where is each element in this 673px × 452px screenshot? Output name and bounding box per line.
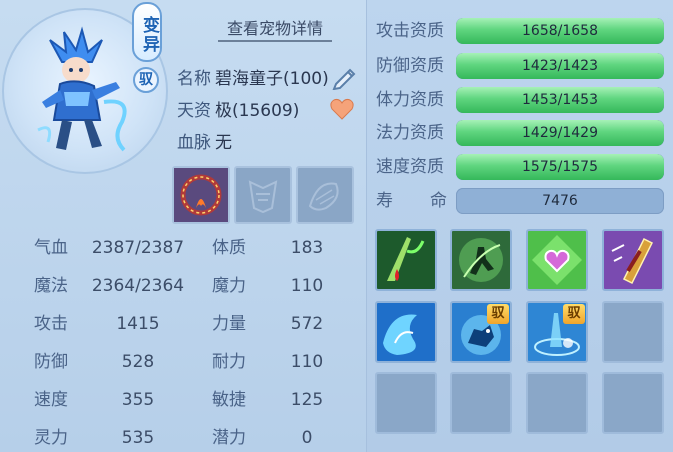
stat-label-magic: 魔力 <box>212 276 246 296</box>
skill-slot-1[interactable] <box>375 229 437 291</box>
aptitude-bar-stamina: 1453/1453 <box>456 87 664 113</box>
attr-value-attack: 1415 <box>116 314 160 334</box>
attr-label-hp: 气血 <box>34 238 68 258</box>
skill-slot-10-empty[interactable] <box>450 372 512 434</box>
armor-slot-placeholder-icon <box>248 180 278 214</box>
stat-value-potential: 0 <box>301 428 313 448</box>
stat-value-strength: 572 <box>290 314 324 334</box>
aptitude-bar-attack: 1658/1658 <box>456 18 664 44</box>
aptitude-value-speed: 1575/1575 <box>522 159 598 175</box>
heart-shield-skill-icon <box>528 231 586 289</box>
flame-collar-icon <box>174 168 228 222</box>
stat-label-agility: 敏捷 <box>212 390 246 410</box>
stat-label-constitution: 体质 <box>212 238 246 258</box>
aptitude-label-attack: 攻击资质 <box>376 21 444 41</box>
pet-talent-row: 天资 极(15609) <box>177 98 299 124</box>
aptitude-bar-mana: 1429/1429 <box>456 120 664 146</box>
blood-drain-skill-icon <box>377 231 435 289</box>
attr-value-speed: 355 <box>121 390 155 410</box>
aptitude-value-mana: 1429/1429 <box>522 125 598 141</box>
attr-label-spirit: 灵力 <box>34 428 68 448</box>
attr-value-hp: 2387/2387 <box>91 238 185 258</box>
aptitude-label-mana: 法力资质 <box>376 123 444 143</box>
aptitude-value-stamina: 1453/1453 <box>522 92 598 108</box>
skill-slot-5[interactable] <box>375 301 437 363</box>
skill-slot-9-empty[interactable] <box>375 372 437 434</box>
stat-label-endurance: 耐力 <box>212 352 246 372</box>
view-pet-details-link[interactable]: 查看宠物详情 <box>218 16 332 42</box>
stat-value-agility: 125 <box>290 390 324 410</box>
lifespan-label-first: 寿 <box>376 191 393 211</box>
attr-label-mp: 魔法 <box>34 276 68 296</box>
heart-icon[interactable] <box>330 98 354 120</box>
equipment-slot-collar[interactable] <box>172 166 230 224</box>
equipment-slot-armor[interactable] <box>234 166 292 224</box>
shadow-warrior-skill-icon <box>452 231 510 289</box>
skill-slot-2[interactable] <box>450 229 512 291</box>
stat-value-constitution: 183 <box>290 238 324 258</box>
skill-slot-6[interactable]: 驭 <box>450 301 512 363</box>
tame-tag: 驭 <box>563 304 585 324</box>
attr-value-spirit: 535 <box>121 428 155 448</box>
aptitude-value-defense: 1423/1423 <box>522 58 598 74</box>
stat-label-potential: 潜力 <box>212 428 246 448</box>
talent-label: 天资 <box>177 101 211 121</box>
aptitude-value-attack: 1658/1658 <box>522 23 598 39</box>
stat-value-magic: 110 <box>290 276 324 296</box>
water-wave-skill-icon <box>377 303 435 361</box>
aptitude-label-speed: 速度资质 <box>376 157 444 177</box>
aptitude-label-defense: 防御资质 <box>376 56 444 76</box>
skill-slot-3[interactable] <box>526 229 588 291</box>
stat-value-endurance: 110 <box>290 352 324 372</box>
lifespan-value: 7476 <box>456 188 664 214</box>
aptitude-bar-speed: 1575/1575 <box>456 154 664 180</box>
attr-label-defense: 防御 <box>34 352 68 372</box>
aptitude-bar-defense: 1423/1423 <box>456 53 664 79</box>
skill-slot-4[interactable] <box>602 229 664 291</box>
talent-value: 极(15609) <box>215 101 300 121</box>
attr-value-mp: 2364/2364 <box>91 276 185 296</box>
stat-label-strength: 力量 <box>212 314 246 334</box>
charm-slot-placeholder-icon <box>308 182 339 211</box>
skill-slot-12-empty[interactable] <box>602 372 664 434</box>
attr-label-attack: 攻击 <box>34 314 68 334</box>
bloodline-label: 血脉 <box>177 133 211 153</box>
attr-value-defense: 528 <box>121 352 155 372</box>
pet-detail-panel: 变异 驭 查看宠物详情 名称碧海童子(100) 天资极(15609) 血脉无 <box>0 0 673 452</box>
name-label: 名称 <box>177 69 211 89</box>
skill-slot-11-empty[interactable] <box>526 372 588 434</box>
tame-tag: 驭 <box>487 304 509 324</box>
skill-slot-7[interactable]: 驭 <box>526 301 588 363</box>
equipment-slot-charm[interactable] <box>296 166 354 224</box>
pet-bloodline-row: 血脉无 <box>177 130 232 156</box>
tame-badge: 驭 <box>133 67 159 93</box>
attr-label-speed: 速度 <box>34 390 68 410</box>
golden-blade-skill-icon <box>604 231 662 289</box>
skill-slot-8-empty[interactable] <box>602 301 664 363</box>
bloodline-value: 无 <box>215 133 232 153</box>
pet-name-row: 名称 碧海童子(100) <box>177 66 329 92</box>
edit-name-icon[interactable] <box>330 64 358 90</box>
mutation-badge: 变异 <box>132 2 162 62</box>
aptitude-label-stamina: 体力资质 <box>376 90 444 110</box>
name-value: 碧海童子(100) <box>215 69 329 89</box>
lifespan-label-second: 命 <box>430 191 447 211</box>
